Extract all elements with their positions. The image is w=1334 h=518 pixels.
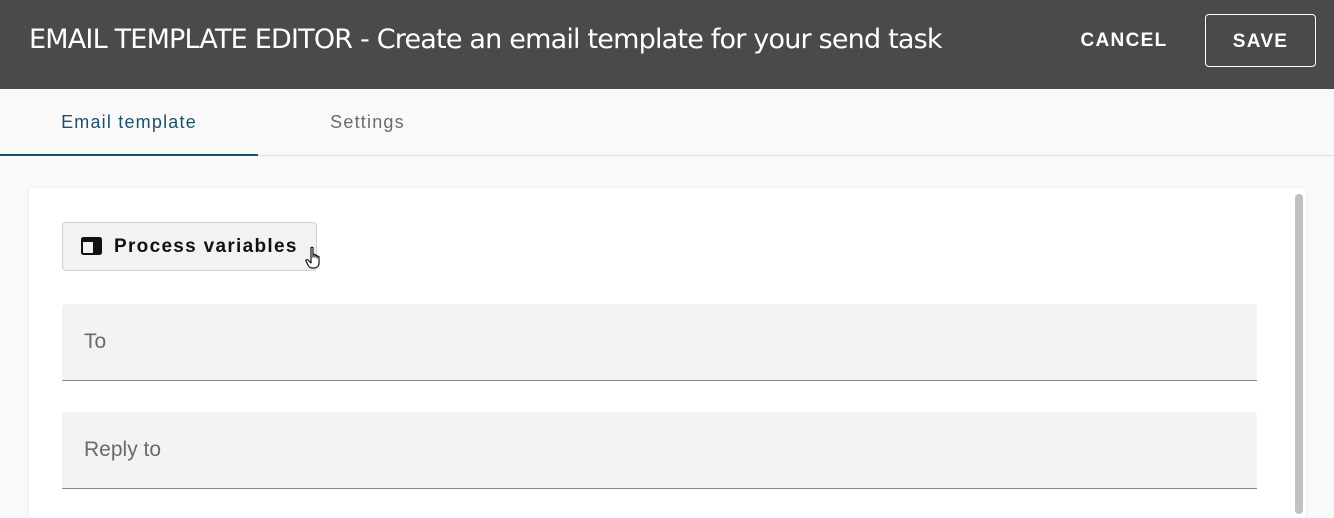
to-field-label: To bbox=[84, 330, 107, 353]
cancel-button[interactable]: CANCEL bbox=[1068, 14, 1180, 68]
tab-settings[interactable]: Settings bbox=[258, 89, 477, 155]
process-variables-label: Process variables bbox=[114, 236, 298, 257]
hand-pointer-icon bbox=[305, 246, 320, 269]
process-variables-button[interactable]: Process variables bbox=[62, 222, 317, 271]
reply-to-field[interactable]: Reply to bbox=[62, 412, 1257, 489]
tab-email-template[interactable]: Email template bbox=[0, 89, 258, 156]
to-field[interactable]: To bbox=[62, 304, 1257, 381]
table-panel-icon bbox=[81, 237, 102, 255]
vertical-scrollbar[interactable] bbox=[1295, 194, 1303, 514]
editor-header: EMAIL TEMPLATE EDITOR - Create an email … bbox=[0, 0, 1334, 89]
save-button[interactable]: SAVE bbox=[1205, 14, 1316, 67]
tab-bar: Email template Settings bbox=[0, 89, 1334, 156]
page-title: EMAIL TEMPLATE EDITOR - Create an email … bbox=[29, 24, 943, 55]
reply-to-field-label: Reply to bbox=[84, 438, 162, 461]
